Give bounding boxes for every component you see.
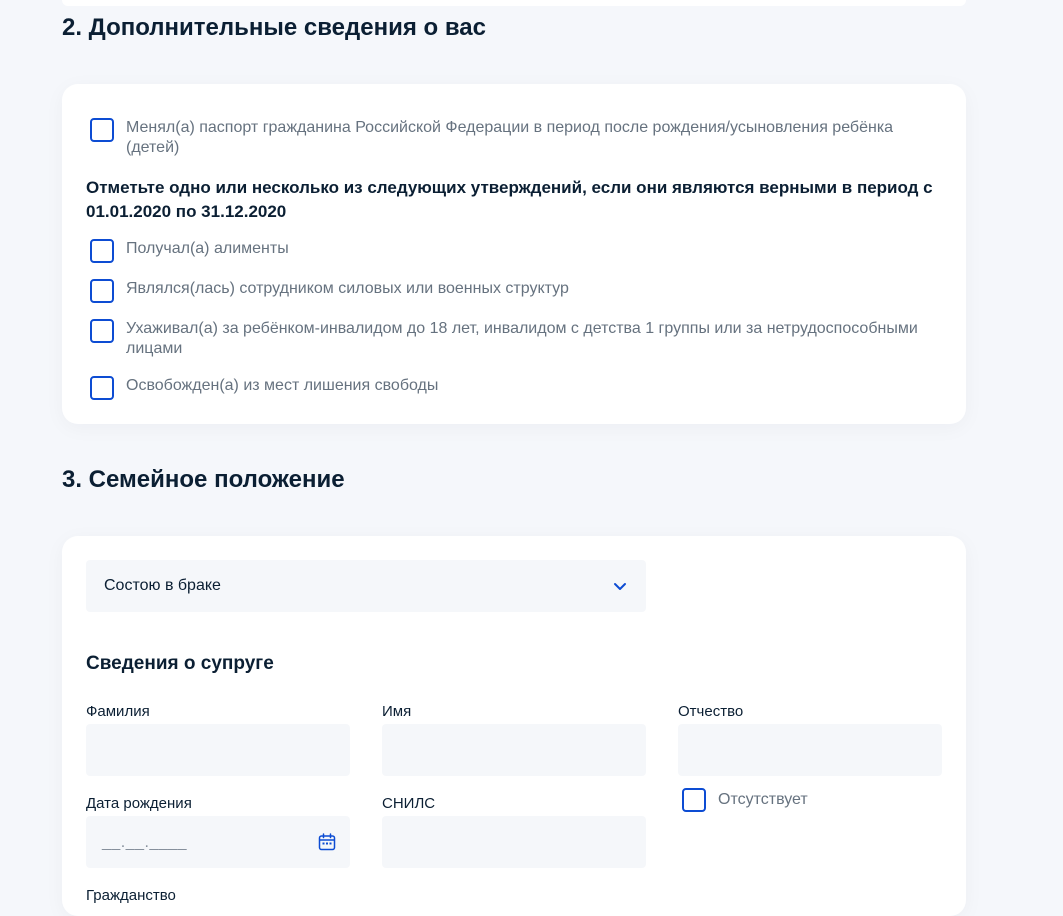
alimony-checkbox[interactable] <box>90 239 114 263</box>
birth-date-label: Дата рождения <box>86 795 192 812</box>
snils-absent-label: Отсутствует <box>718 791 808 808</box>
chevron-down-icon <box>614 583 626 590</box>
released-checkbox[interactable] <box>90 376 114 400</box>
birth-date-input[interactable]: __.__.____ <box>86 816 350 868</box>
released-label: Освобожден(а) из мест лишения свободы <box>126 377 439 394</box>
passport-changed-checkbox[interactable] <box>90 118 114 142</box>
marital-status-value: Состою в браке <box>104 577 221 594</box>
security-forces-label: Являлся(лась) сотрудником силовых или во… <box>126 280 569 297</box>
snils-absent-checkbox[interactable] <box>682 788 706 812</box>
option-alimony[interactable]: Получал(а) алименты <box>90 239 930 263</box>
marital-status-select[interactable]: Состою в браке <box>86 560 646 612</box>
patronymic-label: Отчество <box>678 703 744 720</box>
first-name-label: Имя <box>382 703 412 720</box>
birth-date-placeholder: __.__.____ <box>102 834 188 851</box>
statements-heading: Отметьте одно или несколько из следующих… <box>86 178 933 221</box>
security-forces-checkbox[interactable] <box>90 279 114 303</box>
patronymic-input[interactable] <box>678 724 942 776</box>
passport-changed-option[interactable]: Менял(а) паспорт гражданина Российской Ф… <box>90 118 930 158</box>
spouse-info-heading: Сведения о супруге <box>86 653 274 674</box>
option-released-from-prison[interactable]: Освобожден(а) из мест лишения свободы <box>90 376 930 400</box>
previous-card-bottom <box>62 0 966 6</box>
option-security-forces[interactable]: Являлся(лась) сотрудником силовых или во… <box>90 279 930 303</box>
last-name-label: Фамилия <box>86 703 150 720</box>
option-caregiver[interactable]: Ухаживал(а) за ребёнком-инвалидом до 18 … <box>90 319 930 359</box>
snils-input[interactable] <box>382 816 646 868</box>
marital-status-card: Состою в браке Сведения о супруге Фамили… <box>62 536 966 916</box>
additional-info-card: Менял(а) паспорт гражданина Российской Ф… <box>62 84 966 424</box>
calendar-icon[interactable] <box>318 833 336 851</box>
section-title-additional-info: 2. Дополнительные сведения о вас <box>62 14 486 41</box>
alimony-label: Получал(а) алименты <box>126 240 289 257</box>
passport-changed-label: Менял(а) паспорт гражданина Российской Ф… <box>126 119 894 156</box>
citizenship-label: Гражданство <box>86 887 176 904</box>
caregiver-label: Ухаживал(а) за ребёнком-инвалидом до 18 … <box>126 320 918 357</box>
section-title-marital-status: 3. Семейное положение <box>62 466 345 493</box>
last-name-input[interactable] <box>86 724 350 776</box>
snils-label: СНИЛС <box>382 795 436 812</box>
caregiver-checkbox[interactable] <box>90 319 114 343</box>
snils-absent-option[interactable]: Отсутствует <box>682 788 808 812</box>
first-name-input[interactable] <box>382 724 646 776</box>
